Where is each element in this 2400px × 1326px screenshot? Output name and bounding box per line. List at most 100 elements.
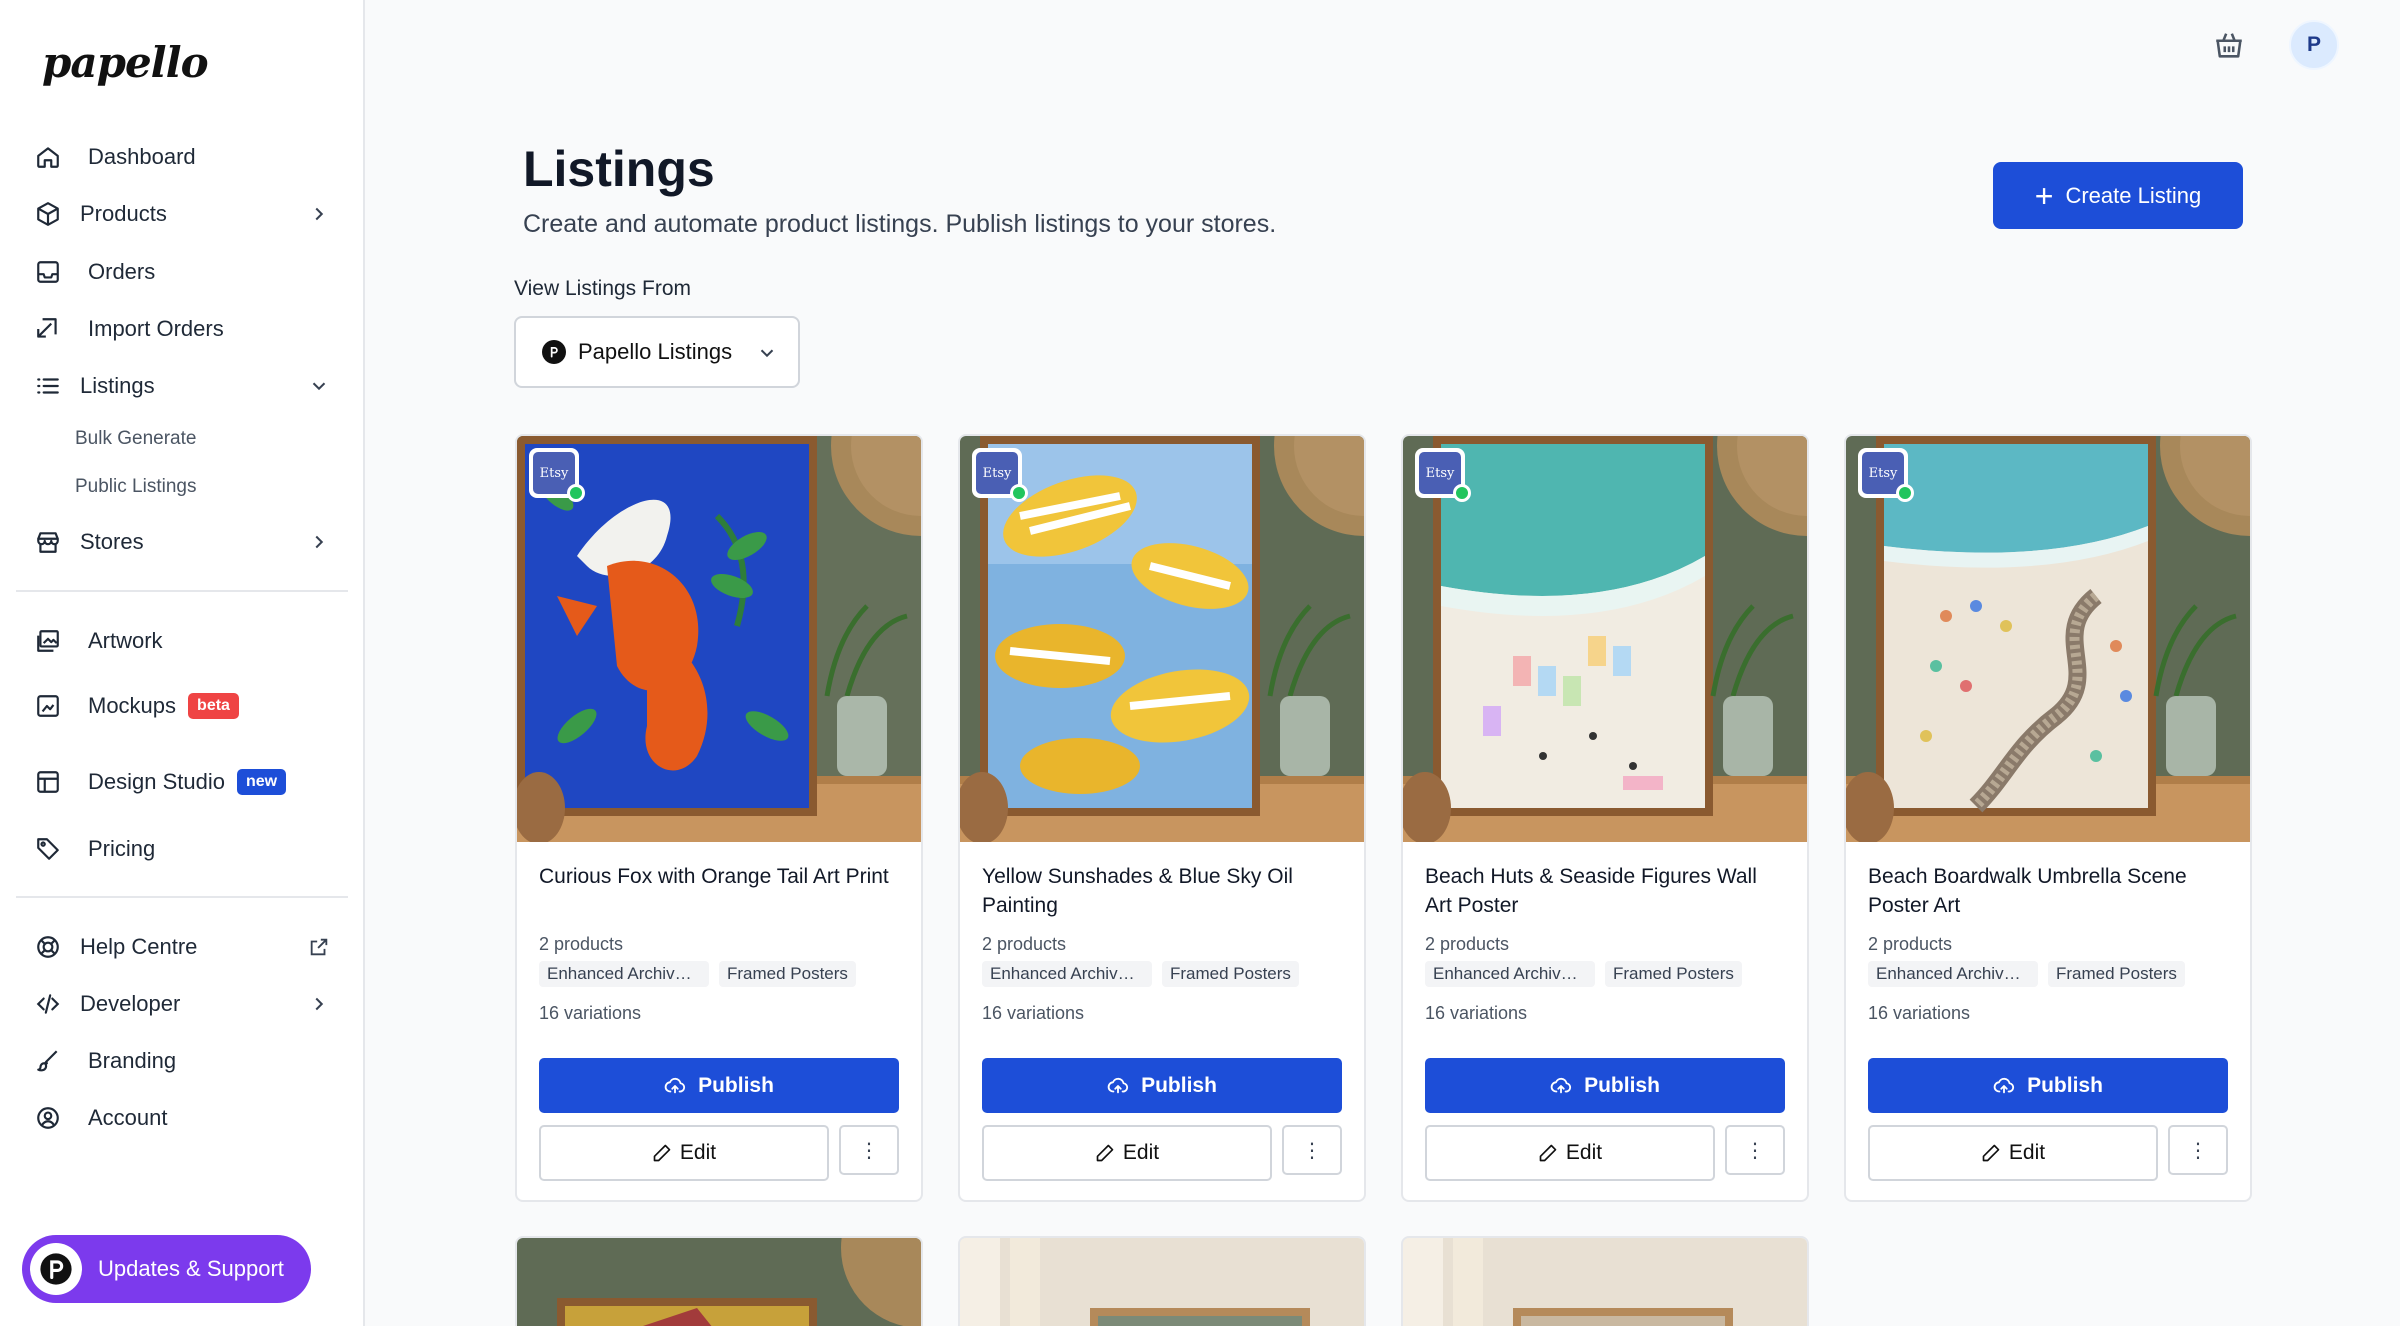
- nav-import-orders[interactable]: Import Orders: [34, 306, 340, 352]
- publish-button[interactable]: Publish: [539, 1058, 899, 1113]
- sidebar: papello Dashboard Products Orders Import…: [0, 0, 365, 1326]
- etsy-store-badge[interactable]: Etsy: [1415, 448, 1471, 502]
- etsy-store-badge[interactable]: Etsy: [529, 448, 585, 502]
- nav-help-centre[interactable]: Help Centre: [34, 924, 340, 970]
- create-listing-button[interactable]: + Create Listing: [1993, 162, 2243, 229]
- nav-stores[interactable]: Stores: [34, 519, 340, 565]
- publish-button[interactable]: Publish: [1868, 1058, 2228, 1113]
- publish-label: Publish: [2027, 1073, 2103, 1097]
- listing-variations: 16 variations: [1868, 1003, 1971, 1023]
- pencil-icon: [1096, 1144, 1114, 1162]
- online-status-dot: [1453, 484, 1471, 502]
- cloud-upload-icon: [1993, 1077, 2015, 1093]
- listing-card: Etsy Beach Boardwalk Umbrella Scene Post…: [1844, 434, 2252, 1202]
- more-options-button[interactable]: ⋮: [839, 1125, 899, 1175]
- edit-button[interactable]: Edit: [982, 1125, 1272, 1181]
- nav-help-centre-label: Help Centre: [80, 934, 198, 959]
- nav-listings[interactable]: Listings: [34, 363, 340, 409]
- edit-button[interactable]: Edit: [1868, 1125, 2158, 1181]
- listing-image[interactable]: Etsy: [1403, 436, 1807, 842]
- etsy-store-badge[interactable]: Etsy: [1858, 448, 1914, 502]
- listing-tags: Enhanced Archival Matte Paper Posters Fr…: [539, 961, 856, 987]
- beta-badge: beta: [188, 693, 239, 719]
- kebab-icon: ⋮: [2188, 1139, 2208, 1162]
- updates-support-label: Updates & Support: [98, 1256, 284, 1281]
- inbox-icon: [34, 258, 62, 286]
- lifebuoy-icon: [34, 933, 62, 961]
- online-status-dot: [1010, 484, 1028, 502]
- listing-image[interactable]: Etsy: [517, 436, 921, 842]
- nav-orders[interactable]: Orders: [34, 249, 340, 295]
- edit-label: Edit: [1565, 1141, 1603, 1164]
- listing-title[interactable]: Beach Huts & Seaside Figures Wall Art Po…: [1425, 862, 1785, 920]
- nav-design-studio-label: Design Studio: [88, 769, 225, 794]
- image-icon: [34, 627, 62, 655]
- basket-icon[interactable]: [2212, 28, 2246, 62]
- more-options-button[interactable]: ⋮: [1725, 1125, 1785, 1175]
- nav-account[interactable]: Account: [34, 1095, 340, 1141]
- updates-support-button[interactable]: Updates & Support: [22, 1235, 311, 1303]
- nav-dashboard-label: Dashboard: [88, 144, 196, 169]
- papello-mark-icon: [30, 1243, 82, 1295]
- product-tag: Enhanced Archival Matte Paper Posters: [539, 961, 709, 987]
- user-circle-icon: [34, 1104, 62, 1132]
- listings-source-select[interactable]: Papello Listings: [514, 316, 800, 388]
- listing-product-count: 2 products: [1425, 934, 1510, 954]
- more-options-button[interactable]: ⋮: [2168, 1125, 2228, 1175]
- tag-icon: [34, 835, 62, 863]
- product-tag: Enhanced Archival Matte Paper Posters: [1868, 961, 2038, 987]
- nav-artwork-label: Artwork: [88, 628, 163, 653]
- nav-products-label: Products: [80, 201, 167, 226]
- nav-branding[interactable]: Branding: [34, 1038, 340, 1084]
- nav-design-studio[interactable]: Design Studio new: [34, 759, 340, 805]
- listing-image[interactable]: [517, 1238, 921, 1326]
- pencil-icon: [653, 1144, 671, 1162]
- nav-pricing[interactable]: Pricing: [34, 826, 340, 872]
- kebab-icon: ⋮: [859, 1139, 879, 1162]
- nav-account-label: Account: [88, 1105, 168, 1130]
- import-icon: [34, 315, 62, 343]
- etsy-store-badge[interactable]: Etsy: [972, 448, 1028, 502]
- nav-pricing-label: Pricing: [88, 836, 156, 861]
- brush-icon: [34, 1047, 62, 1075]
- listing-image[interactable]: [1403, 1238, 1807, 1326]
- nav-dashboard[interactable]: Dashboard: [34, 134, 340, 180]
- papello-mark-icon: [542, 340, 566, 364]
- listings-source-value: Papello Listings: [578, 339, 733, 364]
- view-listings-label: View Listings From: [514, 277, 692, 300]
- new-badge: new: [236, 769, 287, 795]
- publish-button[interactable]: Publish: [1425, 1058, 1785, 1113]
- nav-artwork[interactable]: Artwork: [34, 618, 340, 664]
- box-icon: [34, 200, 62, 228]
- sub-public-listings[interactable]: Public Listings: [75, 476, 196, 498]
- divider: [16, 590, 348, 592]
- nav-stores-label: Stores: [80, 529, 144, 554]
- publish-label: Publish: [1141, 1073, 1217, 1097]
- pencil-icon: [1982, 1144, 2000, 1162]
- more-options-button[interactable]: ⋮: [1282, 1125, 1342, 1175]
- nav-products[interactable]: Products: [34, 191, 340, 237]
- listing-tags: Enhanced Archival Matte Paper Posters Fr…: [1868, 961, 2185, 987]
- listing-image[interactable]: Etsy: [1846, 436, 2250, 842]
- listing-title[interactable]: Yellow Sunshades & Blue Sky Oil Painting: [982, 862, 1342, 920]
- listing-tags: Enhanced Archival Matte Paper Posters Fr…: [1425, 961, 1742, 987]
- chevron-right-icon: [315, 535, 324, 549]
- listing-title[interactable]: Curious Fox with Orange Tail Art Print: [539, 862, 899, 891]
- sub-bulk-generate[interactable]: Bulk Generate: [75, 428, 196, 450]
- online-status-dot: [567, 484, 585, 502]
- product-tag: Enhanced Archival Matte Paper Posters: [1425, 961, 1595, 987]
- listing-card: [515, 1236, 923, 1326]
- nav-developer[interactable]: Developer: [34, 981, 340, 1027]
- listing-image[interactable]: Etsy: [960, 436, 1364, 842]
- nav-mockups[interactable]: Mockups beta: [34, 683, 340, 729]
- pencil-icon: [1539, 1144, 1557, 1162]
- papello-logo[interactable]: papello: [42, 38, 209, 87]
- avatar[interactable]: P: [2289, 20, 2339, 70]
- listing-title[interactable]: Beach Boardwalk Umbrella Scene Poster Ar…: [1868, 862, 2228, 920]
- listing-image[interactable]: [960, 1238, 1364, 1326]
- edit-button[interactable]: Edit: [1425, 1125, 1715, 1181]
- edit-button[interactable]: Edit: [539, 1125, 829, 1181]
- list-icon: [34, 372, 62, 400]
- publish-button[interactable]: Publish: [982, 1058, 1342, 1113]
- listing-variations: 16 variations: [539, 1003, 642, 1023]
